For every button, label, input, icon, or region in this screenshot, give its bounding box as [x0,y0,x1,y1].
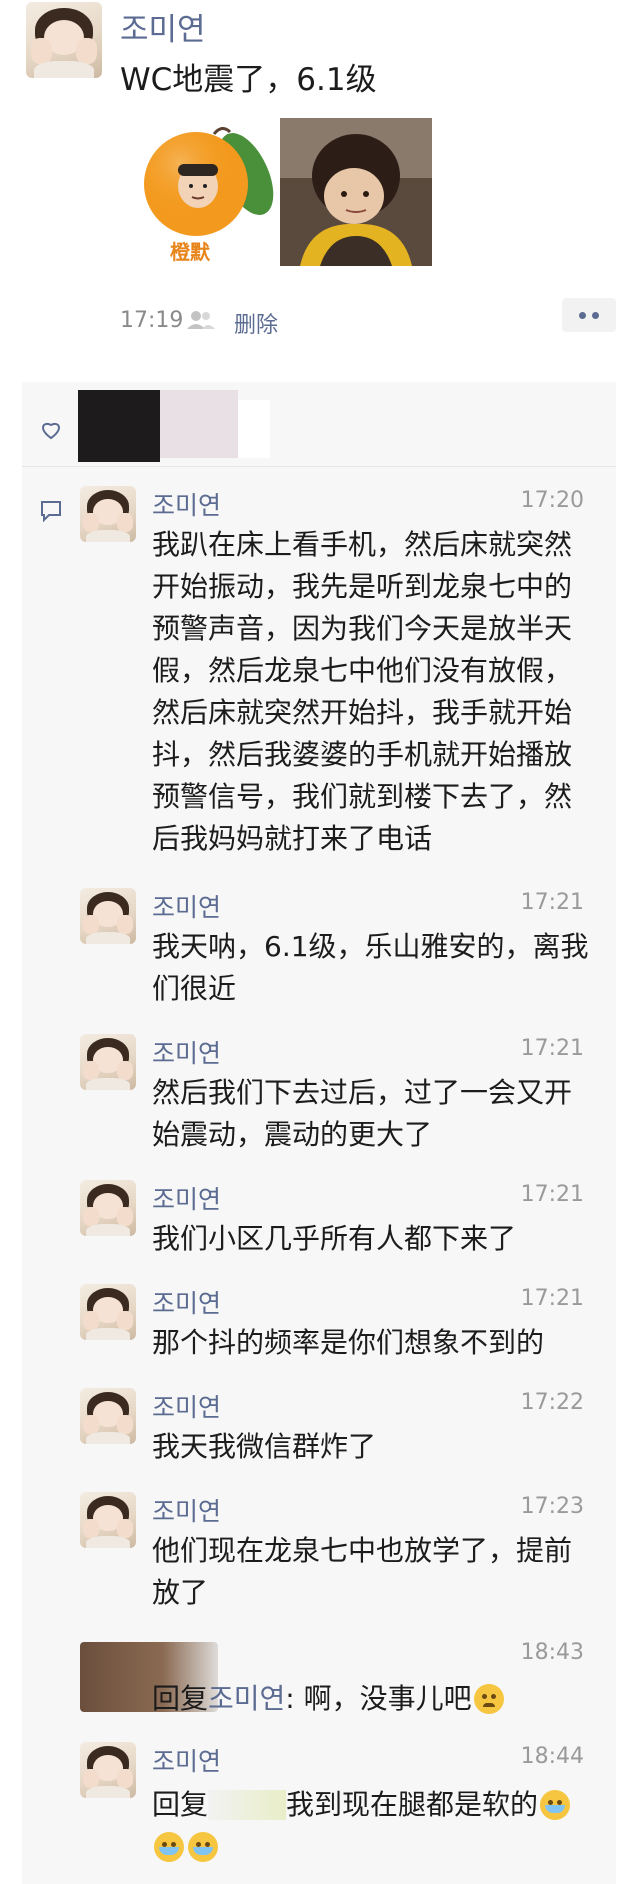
comment-time: 18:44 [520,1744,584,1769]
comment-author-name[interactable]: 조미연 [152,1284,221,1320]
baby-photo-icon [280,118,432,266]
post-author-avatar[interactable] [26,2,102,78]
liker-avatar-redacted[interactable] [78,390,160,462]
comment-author-name[interactable]: 조미연 [152,888,221,924]
comment-avatar[interactable] [80,1492,136,1548]
post-author-name[interactable]: 조미연 [120,4,206,49]
reply-comment-text[interactable]: 回复 我到现在腿都是软的 [152,1784,592,1868]
post-text: WC地震了，6.1级 [120,62,377,98]
comment-avatar[interactable] [80,1034,136,1090]
comment-text[interactable]: 我天我微信群炸了 [152,1426,592,1468]
comment-text[interactable]: 我天呐，6.1级，乐山雅安的，离我们很近 [152,926,592,1010]
orange-sticker-caption: 橙默 [170,240,210,264]
comment-time: 17:21 [520,890,584,915]
reply-prefix: 回复 [152,1682,209,1715]
post-time: 17:19 [120,308,184,333]
comment-time: 17:21 [520,1182,584,1207]
comment-text[interactable]: 我们小区几乎所有人都下来了 [152,1218,592,1260]
reply-target-redacted [208,1790,287,1820]
post-image-baby[interactable] [280,118,432,266]
friends-visibility-icon[interactable] [186,310,216,334]
reply-comment-text[interactable]: 回复조미연: 啊，没事儿吧 [152,1678,592,1720]
comment-avatar[interactable] [80,1180,136,1236]
reply-prefix: 回复 [152,1788,209,1821]
comment-author-name[interactable]: 조미연 [152,1742,221,1778]
comment-time: 17:20 [520,488,584,513]
comment-avatar[interactable] [80,1388,136,1444]
crying-emoji-icon [154,1832,184,1862]
comment-text[interactable]: 然后我们下去过后，过了一会又开始震动，震动的更大了 [152,1072,592,1156]
comment-avatar[interactable] [80,1284,136,1340]
comment-time: 17:22 [520,1390,584,1415]
crying-emoji-icon [540,1790,571,1820]
more-options-button[interactable] [562,298,616,332]
delete-button[interactable]: 删除 [234,307,278,339]
comment-avatar[interactable] [80,1742,136,1798]
liker-avatar-redacted[interactable] [160,390,238,458]
comment-avatar[interactable] [80,486,136,542]
comment-author-name[interactable]: 조미연 [152,486,221,522]
comment-time: 17:21 [520,1286,584,1311]
reply-target-name[interactable]: 조미연 [208,1682,285,1715]
likes-divider [22,466,616,467]
liker-avatar-redacted [238,400,270,458]
worried-emoji-icon [473,1684,504,1714]
heart-icon [40,420,62,444]
comment-author-name[interactable]: 조미연 [152,1388,221,1424]
comment-author-name[interactable]: 조미연 [152,1180,221,1216]
reply-body: : 啊，没事儿吧 [285,1682,472,1715]
reply-body: 我到现在腿都是软的 [286,1788,539,1821]
comment-text[interactable]: 我趴在床上看手机，然后床就突然开始振动，我先是听到龙泉七中的预警声音，因为我们今… [152,524,592,860]
comment-time: 17:21 [520,1036,584,1061]
post-image-orange[interactable]: 橙默 [126,116,276,266]
comment-avatar[interactable] [80,888,136,944]
crying-emoji-icon [188,1832,218,1862]
comment-time: 18:43 [520,1640,584,1665]
comment-author-name[interactable]: 조미연 [152,1492,221,1528]
comment-time: 17:23 [520,1494,584,1519]
comment-author-name[interactable]: 조미연 [152,1034,221,1070]
comment-icon [40,500,62,526]
comment-text[interactable]: 他们现在龙泉七中也放学了，提前放了 [152,1530,592,1614]
comment-text[interactable]: 那个抖的频率是你们想象不到的 [152,1322,592,1364]
